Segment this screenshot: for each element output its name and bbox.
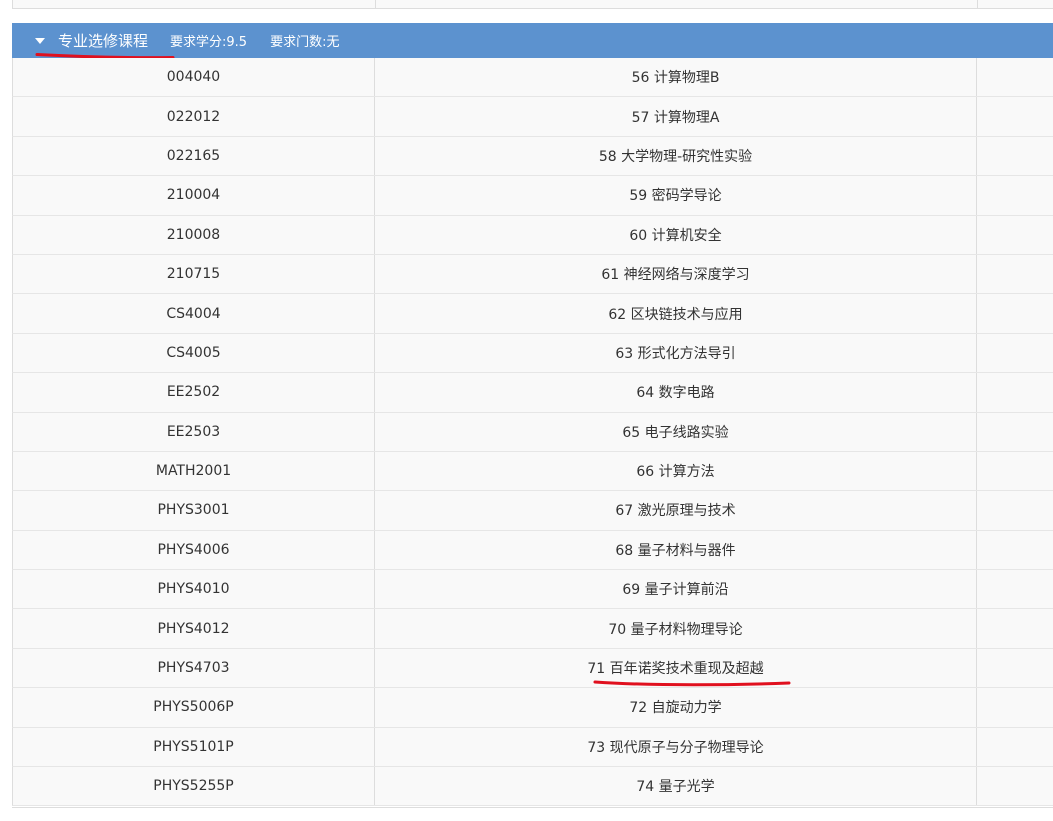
course-name: 69 量子计算前沿 (375, 570, 977, 609)
previous-table-row (12, 0, 1053, 9)
extra-column-cell (977, 767, 1053, 805)
extra-column-cell (977, 609, 1053, 647)
extra-column-cell (977, 334, 1053, 372)
table-row[interactable]: 210004 59 密码学导论 (12, 176, 1053, 216)
extra-column-cell (977, 255, 1053, 293)
course-code: PHYS5101P (13, 727, 375, 767)
course-code: MATH2001 (13, 451, 375, 491)
table-row[interactable]: EE2503 65 电子线路实验 (12, 412, 1053, 452)
course-code: CS4005 (13, 333, 375, 373)
extra-column-cell (977, 491, 1053, 529)
group-title: 专业选修课程 (58, 32, 149, 50)
table-row[interactable]: 210715 61 神经网络与深度学习 (12, 254, 1053, 295)
course-code: CS4004 (13, 294, 375, 333)
extra-column-cell (977, 294, 1053, 332)
table-row[interactable]: PHYS4006 68 量子材料与器件 (12, 530, 1053, 571)
table-row[interactable]: 022012 57 计算物理A (12, 97, 1053, 137)
course-code: 022165 (13, 136, 375, 176)
table-row[interactable]: PHYS4010 69 量子计算前沿 (12, 570, 1053, 610)
course-code: PHYS4012 (13, 609, 375, 648)
course-code: PHYS3001 (13, 491, 375, 530)
course-name: 56 计算物理B (375, 58, 977, 97)
extra-column-cell (977, 688, 1053, 726)
course-name: 60 计算机安全 (375, 215, 977, 254)
course-name: 74 量子光学 (375, 767, 977, 806)
extra-column-cell (977, 97, 1053, 135)
table-row[interactable]: 004040 56 计算物理B (12, 58, 1053, 98)
caret-down-icon[interactable] (35, 37, 45, 44)
course-name: 72 自旋动力学 (375, 688, 977, 727)
course-code: PHYS5006P (13, 688, 375, 727)
course-code: PHYS4006 (13, 530, 375, 570)
table-row[interactable]: PHYS4012 70 量子材料物理导论 (12, 609, 1053, 649)
extra-column-cell (977, 649, 1053, 687)
required-credits: 要求学分:9.5 (170, 35, 248, 50)
table-row[interactable]: CS4004 62 区块链技术与应用 (12, 294, 1053, 334)
extra-column-cell (977, 137, 1053, 175)
course-table: 004040 56 计算物理B 022012 57 计算物理A 022165 58 大学物… (12, 58, 1053, 807)
extra-column-cell (977, 58, 1053, 96)
extra-column-cell (977, 452, 1053, 490)
course-name: 57 计算物理A (375, 97, 977, 136)
course-code: PHYS5255P (13, 767, 375, 806)
course-name: 70 量子材料物理导论 (375, 609, 977, 648)
course-name: 59 密码学导论 (375, 176, 977, 215)
course-name: 67 激光原理与技术 (375, 491, 977, 530)
extra-column-cell (977, 570, 1053, 608)
column-divider (375, 0, 376, 8)
extra-column-cell (977, 216, 1053, 254)
course-name: 62 区块链技术与应用 (375, 294, 977, 333)
table-row[interactable]: 210008 60 计算机安全 (12, 215, 1053, 255)
extra-column-cell (977, 531, 1053, 569)
required-courses: 要求门数:无 (270, 35, 340, 50)
extra-column-cell (977, 728, 1053, 766)
course-code: 210004 (13, 176, 375, 215)
table-row[interactable]: MATH2001 66 计算方法 (12, 451, 1053, 492)
course-name: 63 形式化方法导引 (375, 333, 977, 373)
course-code: PHYS4010 (13, 570, 375, 609)
course-code: 004040 (13, 58, 375, 97)
table-row[interactable]: PHYS5101P 73 现代原子与分子物理导论 (12, 727, 1053, 768)
course-name: 66 计算方法 (375, 451, 977, 491)
table-row[interactable]: CS4005 63 形式化方法导引 (12, 333, 1053, 374)
course-code: PHYS4703 (13, 648, 375, 688)
course-name: 64 数字电路 (375, 373, 977, 412)
course-name: 68 量子材料与器件 (375, 530, 977, 570)
extra-column-cell (977, 413, 1053, 451)
extra-column-cell (977, 373, 1053, 411)
course-code: EE2503 (13, 412, 375, 451)
course-name: 58 大学物理-研究性实验 (375, 136, 977, 176)
table-row[interactable]: PHYS5255P 74 量子光学 (12, 767, 1053, 807)
course-code: 210715 (13, 254, 375, 294)
course-code: 210008 (13, 215, 375, 254)
table-row[interactable]: 022165 58 大学物理-研究性实验 (12, 136, 1053, 177)
course-name: 73 现代原子与分子物理导论 (375, 727, 977, 767)
table-row[interactable]: EE2502 64 数字电路 (12, 373, 1053, 413)
course-code: EE2502 (13, 373, 375, 412)
annotation-underline-course (593, 680, 791, 687)
table-row[interactable]: PHYS4703 71 百年诺奖技术重现及超越 (12, 648, 1053, 689)
table-row[interactable]: PHYS5006P 72 自旋动力学 (12, 688, 1053, 728)
extra-column-cell (977, 176, 1053, 214)
table-bottom-border (12, 807, 1053, 808)
course-name: 65 电子线路实验 (375, 412, 977, 451)
course-code: 022012 (13, 97, 375, 136)
column-divider (977, 0, 978, 8)
course-name: 61 神经网络与深度学习 (375, 254, 977, 294)
table-row[interactable]: PHYS3001 67 激光原理与技术 (12, 491, 1053, 531)
